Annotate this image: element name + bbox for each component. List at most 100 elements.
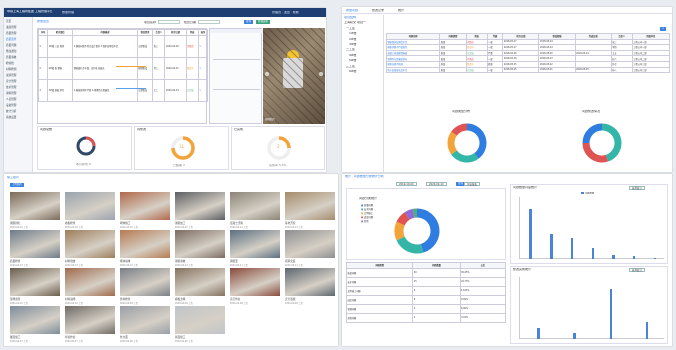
tree-node[interactable]: 2#楼 [349, 38, 383, 42]
photo-thumbnail[interactable]: 材料堆放 2020-04-13 上传 [65, 230, 115, 272]
table-row[interactable]: 文明施工问题 9 13.64% [345, 285, 507, 296]
sidebar-item[interactable]: 技术管理 [6, 85, 16, 89]
query-button[interactable]: 查询 [244, 20, 254, 24]
tab-rectify[interactable]: 整改记录 [372, 9, 384, 13]
photo-thumbnail[interactable]: 外立面 2020-04-06 上传 [120, 306, 170, 346]
photo-thumbnail[interactable]: 质量检查 2020-04-13 上传 [10, 230, 60, 272]
export-button[interactable]: 导出报表 [464, 182, 481, 186]
pie-slice[interactable] [451, 150, 479, 163]
bar[interactable] [653, 257, 657, 259]
legend-item[interactable]: ■ 进度问题 [361, 216, 373, 219]
bar[interactable] [645, 322, 649, 339]
period-select-2[interactable]: 按月统计 [629, 268, 646, 272]
pie-slice[interactable] [447, 131, 458, 155]
sidebar-item[interactable]: 人员管理 [6, 97, 16, 101]
tab-stats[interactable]: 统计 [398, 9, 404, 13]
sidebar-item[interactable]: 资料管理 [6, 91, 16, 95]
tree-node[interactable]: 一工区 [346, 27, 383, 31]
bar[interactable] [537, 327, 540, 339]
photo-thumbnail[interactable]: 钢筋加工 2020-04-15 上传 [175, 192, 225, 234]
add-inspection-button[interactable]: 新增巡查 [256, 20, 271, 24]
table-row[interactable]: 管理问题 4 6.06% [345, 303, 507, 314]
table-row[interactable]: 2 2#楼 板 钢筋 钢筋绑扎不牢固，部分扎丝缺失 限期整改 李工 2020-0… [37, 56, 209, 80]
tree-node[interactable]: 3#楼 [349, 43, 383, 47]
upload-photo-button[interactable]: 上传照片 [10, 183, 25, 187]
next-photo-icon[interactable]: › [319, 72, 323, 76]
photo-thumbnail[interactable]: 砌体施工 2020-04-15 上传 [120, 192, 170, 234]
sidebar-item[interactable]: 质量验收 [6, 55, 16, 59]
photo-thumbnail[interactable]: 混凝土浇筑 2020-04-14 上传 [230, 192, 280, 234]
user-menu[interactable]: 管理员 · 退出 · 帮助 [272, 11, 322, 15]
legend-item[interactable]: ■ 质量问题 [361, 204, 373, 207]
photo-thumbnail[interactable]: 隧道施工 2020-04-07 上传 [10, 306, 60, 346]
legend-item[interactable]: ■ 安全问题 [361, 208, 373, 211]
photo-thumbnail[interactable]: 高空作业 2020-04-08 上传 [230, 268, 280, 310]
sidebar-item[interactable]: 安全管理 [6, 79, 16, 83]
pie-slice[interactable] [416, 208, 440, 253]
period-select[interactable]: 按月统计 [629, 186, 646, 190]
table-row[interactable]: 安全问题 15 22.73% [345, 276, 507, 287]
sidebar-item[interactable]: 整改通知 [6, 49, 16, 53]
row-edit-link[interactable]: ✎ [197, 78, 209, 102]
photo-thumbnail[interactable]: 安全巡视 2020-04-08 上传 [285, 268, 335, 310]
table-row[interactable]: 质量问题 30 45.45% [345, 267, 507, 278]
sidebar-item[interactable]: 设备管理 [6, 103, 16, 107]
pie-slice[interactable] [396, 212, 410, 226]
photo-thumbnail[interactable]: 焊接作业 2020-04-07 上传 [65, 306, 115, 346]
bar[interactable] [573, 333, 576, 339]
pie-slice[interactable] [582, 123, 603, 144]
photo-thumbnail[interactable]: 塔吊安装 2020-04-11 上传 [285, 230, 335, 272]
table-row[interactable]: 1 1#楼 三层 墙体 1.钢筋间距不符合设计要求 2.保护层厚度不足 立即整改… [37, 34, 209, 58]
tree-node[interactable]: 4#楼 [349, 54, 383, 58]
photo-thumbnail[interactable]: 基坑开挖 2020-04-14 上传 [285, 192, 335, 234]
table-row[interactable]: 3 3#楼 基础 承台 1.模板拼缝不严密 2.预埋件位置偏差 立即整改 王工 … [37, 78, 209, 102]
tree-node[interactable]: 5#楼 [349, 59, 383, 63]
tree-node[interactable]: 1#楼 [349, 32, 383, 36]
bar[interactable] [529, 208, 532, 259]
tab-issues[interactable]: 质量问题 [346, 9, 358, 13]
sidebar-item[interactable]: 质量巡查 [6, 37, 16, 41]
date-picker[interactable] [198, 20, 220, 24]
tree-node[interactable]: 上海轨交 项目一 [344, 21, 383, 25]
bar[interactable] [632, 256, 636, 259]
bar[interactable] [591, 247, 594, 259]
pie-slice[interactable] [601, 123, 622, 162]
bar[interactable] [612, 254, 615, 259]
pie-slice[interactable] [394, 221, 405, 241]
photo-thumbnail[interactable]: 砌块墙体 2020-04-12 上传 [120, 230, 170, 272]
sidebar-item[interactable]: 材料检测 [6, 67, 16, 71]
table-row[interactable]: 防水层搭接长度不足 质量 已完成 一般 2018-05-15 2018-05-21 2018… [385, 66, 671, 74]
tree-node[interactable]: 6#楼 [349, 70, 383, 74]
table-row[interactable]: 其他问题 2 3.03% [345, 312, 507, 323]
pie-slice[interactable] [396, 236, 424, 254]
sidebar-item[interactable]: 质量问题 [6, 43, 16, 47]
bar[interactable] [570, 238, 574, 259]
sidebar-item[interactable]: 进度管理 [6, 25, 16, 29]
project-select[interactable] [158, 20, 180, 24]
sidebar-item[interactable]: 首页 [6, 19, 11, 23]
legend-item[interactable]: ■ 其他 [361, 220, 373, 223]
photo-thumbnail[interactable]: 现场巡查 2020-04-10 上传 [10, 268, 60, 310]
pie-slice[interactable] [451, 123, 468, 136]
table-row[interactable]: 进度问题 6 9.09% [345, 294, 507, 305]
photo-thumbnail[interactable]: 模板支撑 2020-04-09 上传 [175, 268, 225, 310]
tree-node[interactable]: 二工区 [346, 48, 383, 52]
photo-thumbnail[interactable]: 钢筋验收 2020-04-12 上传 [175, 230, 225, 272]
add-issue-button[interactable]: + [660, 27, 667, 31]
row-edit-link[interactable]: ✎ [197, 56, 209, 80]
photo-thumbnail[interactable]: 屋面施工 2020-04-06 上传 [175, 306, 225, 346]
bar[interactable] [609, 288, 613, 339]
tree-node[interactable]: 三工区 [346, 65, 383, 69]
date-to-input[interactable]: 2020-04-10 [426, 182, 447, 186]
pie-slice[interactable] [582, 142, 609, 163]
pie-slice[interactable] [466, 123, 487, 159]
row-edit-link[interactable]: ✎ [197, 34, 209, 58]
photo-thumbnail[interactable]: 钢筋笼 2020-04-11 上传 [230, 230, 280, 272]
sidebar-item[interactable]: 统计分析 [6, 109, 16, 113]
site-photo[interactable]: 现场照片 ‹ › [263, 28, 325, 124]
photo-thumbnail[interactable]: 钢筋绑扎 2020-04-16 上传 [10, 192, 60, 234]
module-label[interactable]: 质量管理 [62, 11, 74, 15]
bar[interactable] [550, 233, 553, 259]
photo-thumbnail[interactable]: 材料进场 2020-04-10 上传 [65, 268, 115, 310]
photo-thumbnail[interactable]: 模板检查 2020-04-16 上传 [65, 192, 115, 234]
